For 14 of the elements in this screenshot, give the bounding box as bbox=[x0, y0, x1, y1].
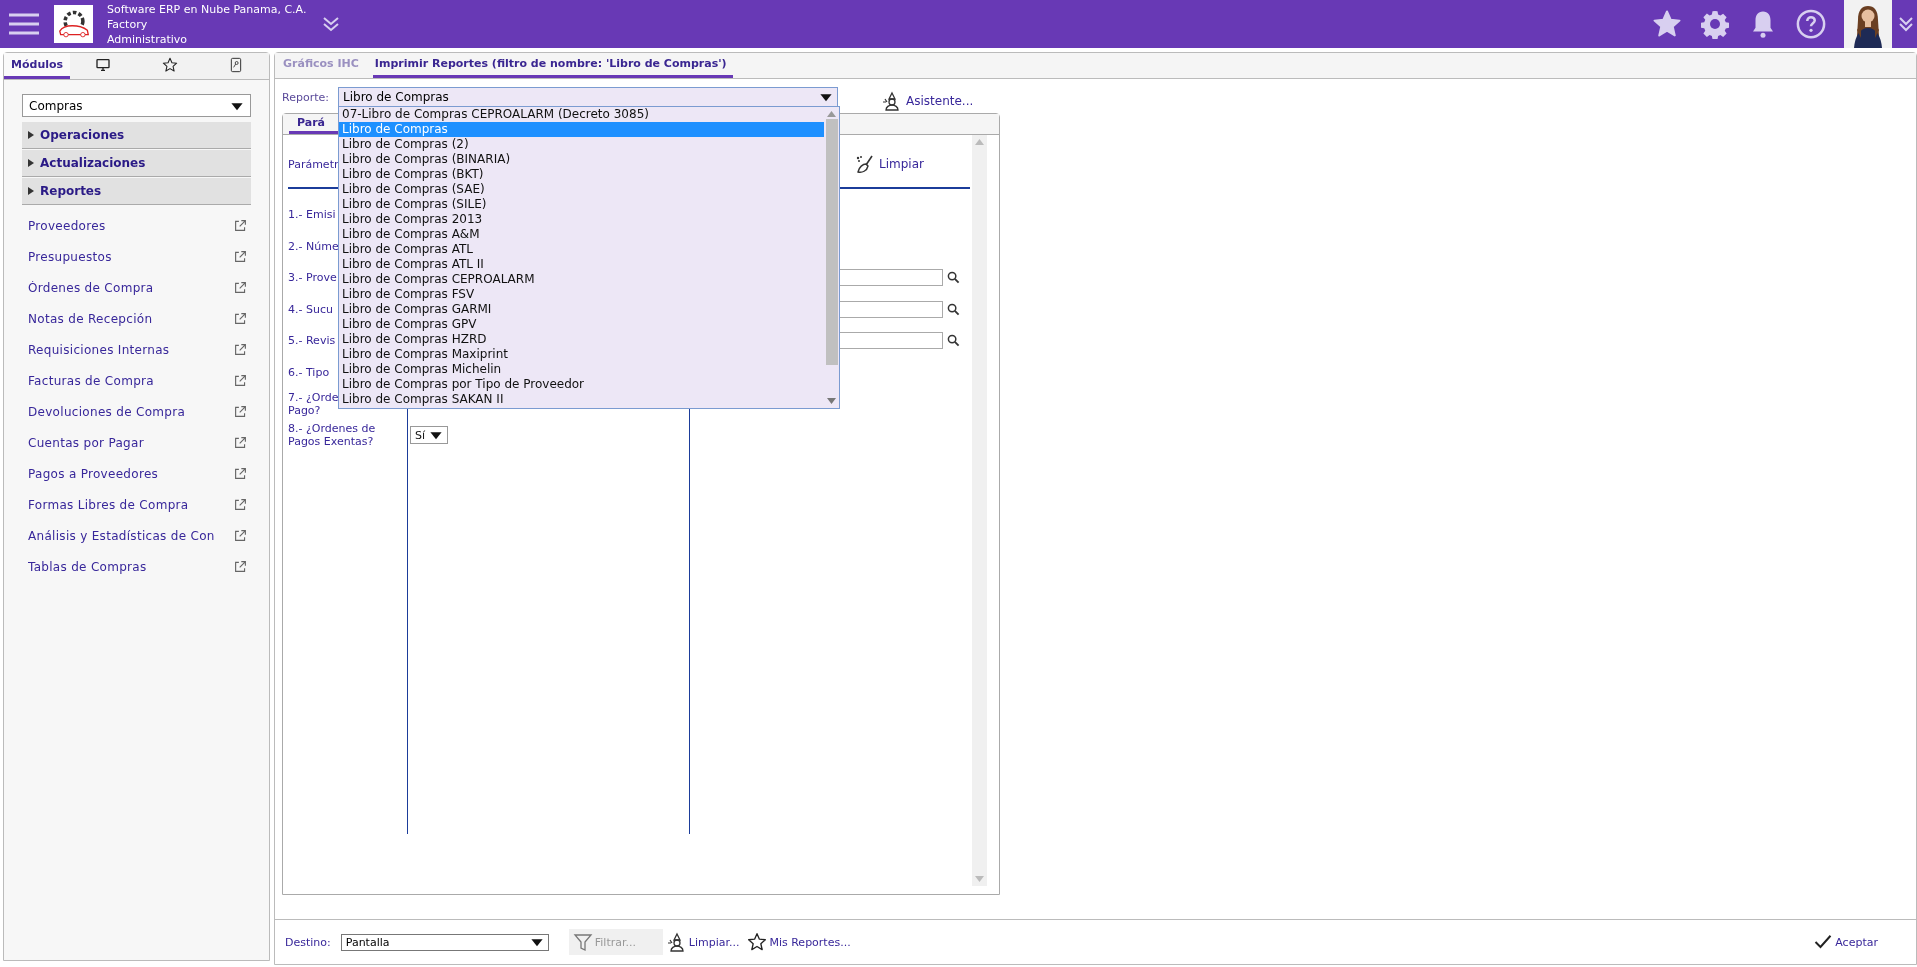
site-name: Factory bbox=[107, 16, 149, 32]
user-role: Administrativo bbox=[107, 31, 189, 47]
field-label: 1.- Emisi bbox=[288, 208, 336, 222]
field-label: 7.- ¿Orde Pago? bbox=[288, 390, 339, 417]
field-label: 2.- Núme bbox=[288, 239, 339, 253]
field-label: 5.- Revis bbox=[288, 334, 336, 348]
company-name: Software ERP en Nube Panama, C.A. bbox=[107, 1, 307, 17]
field-label: 8.- ¿Ordenes de Pagos Exentas? bbox=[288, 422, 376, 449]
destination-label: Destino: bbox=[285, 935, 331, 949]
field-label: 3.- Prove bbox=[288, 271, 337, 285]
field-label: 4.- Sucu bbox=[288, 302, 333, 316]
report-label: Reporte: bbox=[282, 90, 330, 104]
field-label: 6.- Tipo bbox=[288, 365, 330, 379]
section-title: Parámetr bbox=[288, 157, 339, 171]
